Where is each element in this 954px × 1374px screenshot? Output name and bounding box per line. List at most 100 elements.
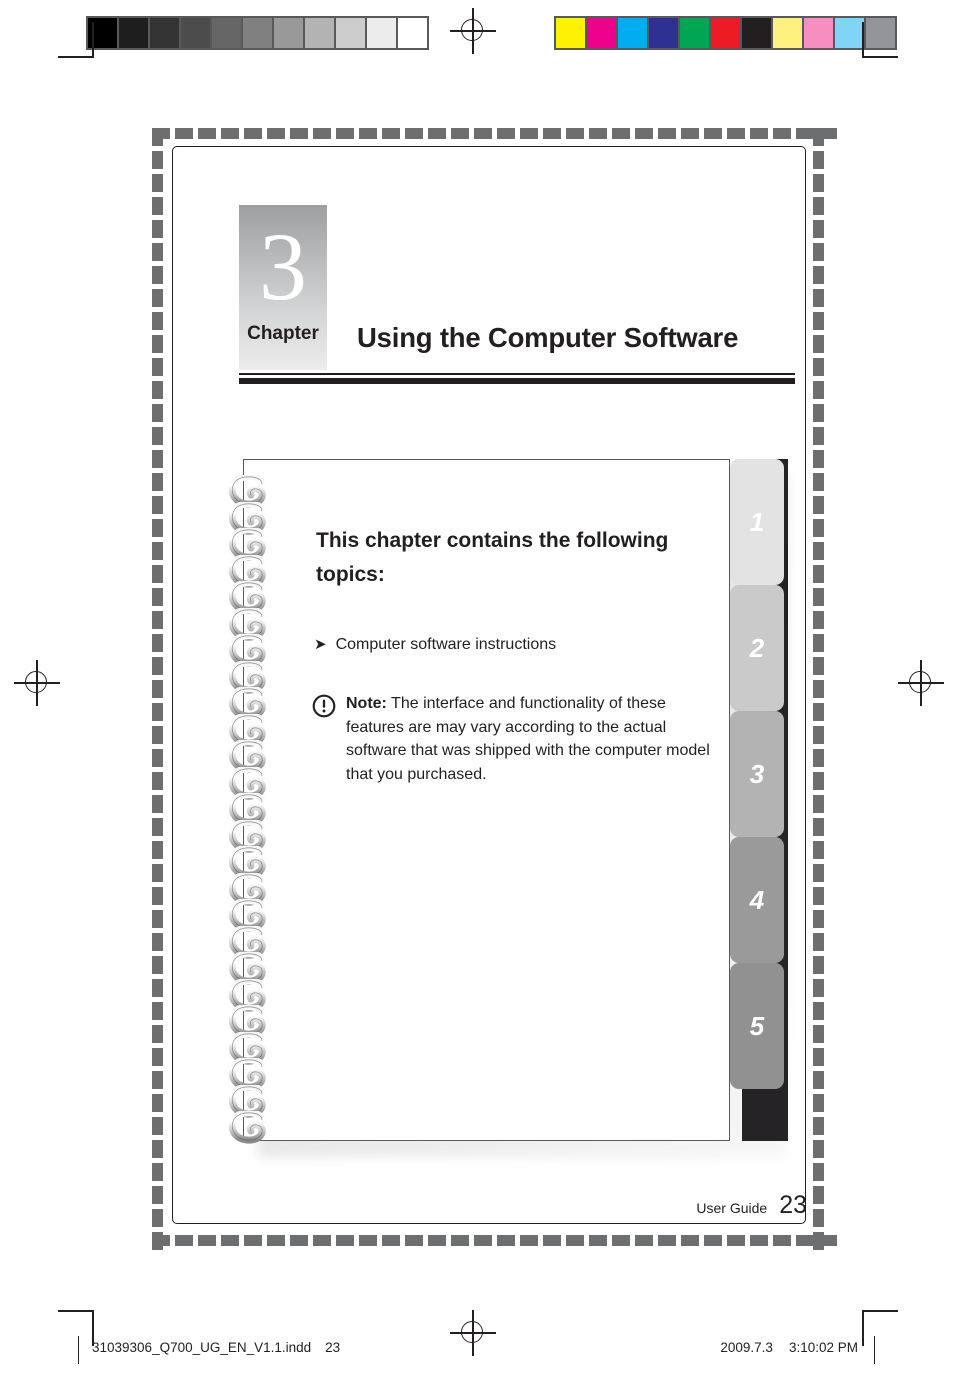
border-dash: [152, 519, 163, 537]
border-dash: [405, 1235, 423, 1246]
border-dash: [221, 1235, 239, 1246]
border-dash: [813, 657, 824, 675]
border-dash: [152, 289, 163, 307]
manual-page: 3 Chapter Using the Computer Software Th…: [152, 128, 837, 1250]
border-dash: [813, 565, 824, 583]
crop-mark-top-right: [848, 22, 898, 72]
border-dash: [244, 1235, 262, 1246]
border-dash: [704, 1235, 722, 1246]
border-dash: [152, 427, 163, 445]
border-dash: [198, 1235, 216, 1246]
border-dash: [244, 128, 262, 139]
border-dash: [152, 151, 163, 169]
border-dash: [813, 703, 824, 721]
registration-mark-left: [14, 660, 60, 706]
note-callout: Note: The interface and functionality of…: [312, 692, 712, 786]
chapter-header: 3 Chapter Using the Computer Software: [239, 205, 795, 395]
gray-swatch-8: [336, 18, 367, 48]
border-dash: [382, 128, 400, 139]
border-dash: [267, 1235, 285, 1246]
border-dash: [152, 933, 163, 951]
registration-circle: [461, 19, 483, 41]
topic-list: ➤ Computer software instructions: [314, 634, 714, 656]
border-dash: [152, 335, 163, 353]
border-dash: [813, 197, 824, 215]
chapter-overview-panel: This chapter contains the following topi…: [228, 459, 788, 1158]
border-dash: [152, 795, 163, 813]
border-dash: [152, 864, 163, 882]
footer-label: User Guide: [696, 1200, 768, 1216]
border-dash: [290, 128, 308, 139]
border-dash: [152, 1209, 163, 1227]
slug-rule-left: [78, 1336, 80, 1364]
page-border-dashes-bottom: [152, 1235, 837, 1246]
border-dash: [813, 1002, 824, 1020]
border-dash: [152, 1071, 163, 1089]
border-dash: [152, 450, 163, 468]
border-dash: [152, 1117, 163, 1135]
slug-filename: 31039306_Q700_UG_EN_V1.1.indd: [92, 1340, 312, 1355]
gray-swatch-9: [367, 18, 398, 48]
border-dash: [152, 266, 163, 284]
chapter-tab-3[interactable]: 3: [730, 711, 784, 837]
border-dash: [813, 795, 824, 813]
border-dash: [813, 772, 824, 790]
border-dash: [813, 887, 824, 905]
border-dash: [589, 1235, 607, 1246]
border-dash: [813, 1094, 824, 1112]
registration-circle: [25, 671, 47, 693]
border-dash: [152, 657, 163, 675]
border-dash: [813, 404, 824, 422]
crop-mark-bottom-right: [848, 1296, 898, 1346]
border-dash: [773, 1235, 791, 1246]
border-dash: [175, 128, 193, 139]
border-dash: [336, 1235, 354, 1246]
border-dash: [813, 243, 824, 261]
border-dash: [152, 358, 163, 376]
border-dash: [813, 749, 824, 767]
border-dash: [152, 611, 163, 629]
page-inner-border: 3 Chapter Using the Computer Software Th…: [172, 146, 807, 1224]
border-dash: [152, 542, 163, 560]
chapter-tab-2[interactable]: 2: [730, 585, 784, 711]
border-dash: [813, 266, 824, 284]
gray-swatch-4: [212, 18, 243, 48]
page-footer: User Guide 23: [593, 1191, 807, 1220]
spiral-binding: [228, 473, 285, 1144]
slug-rule-right: [874, 1336, 876, 1364]
chapter-tab-number: 5: [749, 1010, 765, 1041]
border-dash: [612, 1235, 630, 1246]
border-dash: [152, 703, 163, 721]
chapter-tab-4[interactable]: 4: [730, 837, 784, 963]
border-dash: [152, 634, 163, 652]
chapter-tab-number: 3: [749, 758, 765, 789]
border-dash: [813, 1140, 824, 1158]
border-dash: [152, 841, 163, 859]
border-dash: [635, 128, 653, 139]
chapter-tab-number: 4: [749, 884, 765, 915]
title-rule-thick: [239, 378, 795, 384]
gray-swatch-7: [305, 18, 336, 48]
panel-body: This chapter contains the following topi…: [243, 459, 730, 1141]
border-dash: [152, 381, 163, 399]
chapter-tab-5[interactable]: 5: [730, 963, 784, 1089]
border-dash: [497, 128, 515, 139]
gray-swatch-6: [274, 18, 305, 48]
border-dash: [152, 956, 163, 974]
border-dash: [813, 151, 824, 169]
border-dash: [813, 1186, 824, 1204]
border-dash: [428, 1235, 446, 1246]
page-border-dashes-right: [813, 128, 824, 1250]
border-dash: [813, 174, 824, 192]
border-dash: [727, 1235, 745, 1246]
border-dash: [152, 1186, 163, 1204]
crop-mark-top-left: [58, 22, 108, 72]
chapter-tab-1[interactable]: 1: [730, 459, 784, 585]
chapter-tab-strip: 1 2 3 4 5: [730, 459, 788, 1141]
border-dash: [813, 910, 824, 928]
panel-heading: This chapter contains the following topi…: [316, 529, 669, 586]
registration-circle: [909, 671, 931, 693]
note-body: The interface and functionality of these…: [346, 695, 710, 783]
border-dash: [152, 1025, 163, 1043]
border-dash: [813, 473, 824, 491]
